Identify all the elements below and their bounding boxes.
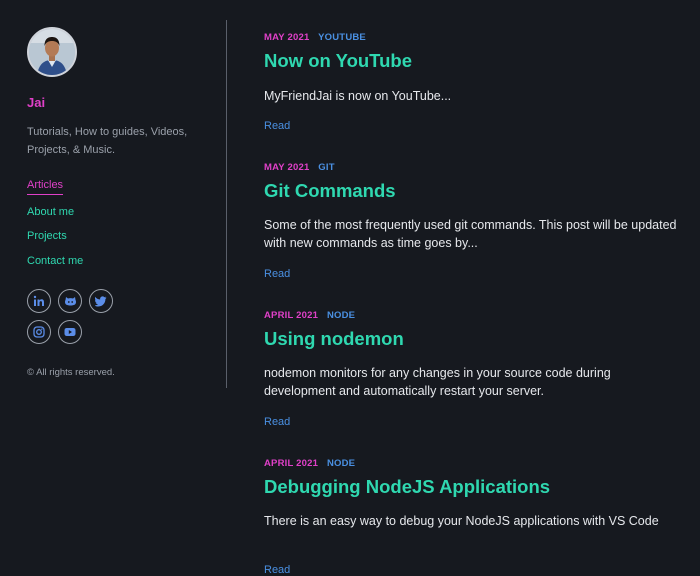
sidebar-divider: [226, 20, 227, 388]
post-meta: APRIL 2021 NODE: [264, 457, 684, 471]
youtube-button[interactable]: [58, 320, 82, 344]
read-link[interactable]: Read: [264, 416, 290, 428]
post-card: MAY 2021 YOUTUBE Now on YouTube MyFriend…: [264, 31, 684, 141]
nav-projects[interactable]: Projects: [27, 228, 67, 244]
post-tag[interactable]: YOUTUBE: [318, 32, 366, 43]
post-card: APRIL 2021 NODE Using nodemon nodemon mo…: [264, 309, 684, 439]
copyright-text: © All rights reserved.: [27, 367, 115, 378]
post-excerpt: Some of the most frequently used git com…: [264, 218, 677, 250]
nav-articles[interactable]: Articles: [27, 178, 64, 195]
profile-photo: [29, 29, 75, 75]
main-nav: Articles About me Projects Contact me: [27, 178, 83, 278]
post-excerpt: nodemon monitors for any changes in your…: [264, 366, 611, 398]
post-date: APRIL 2021: [264, 310, 319, 321]
post-excerpt: There is an easy way to debug your NodeJ…: [264, 514, 659, 528]
nav-contact-me[interactable]: Contact me: [27, 253, 83, 269]
linkedin-icon: [33, 295, 44, 306]
post-title[interactable]: Using nodemon: [264, 327, 684, 351]
read-link[interactable]: Read: [264, 268, 290, 280]
post-meta: MAY 2021 GIT: [264, 161, 684, 175]
post-tag[interactable]: NODE: [327, 310, 355, 321]
post-list: MAY 2021 YOUTUBE Now on YouTube MyFriend…: [264, 0, 684, 576]
github-icon: [64, 297, 76, 306]
post-card: MAY 2021 GIT Git Commands Some of the mo…: [264, 161, 684, 291]
post-meta: MAY 2021 YOUTUBE: [264, 31, 684, 45]
post-tag[interactable]: NODE: [327, 458, 355, 469]
post-date: MAY 2021: [264, 162, 310, 173]
avatar[interactable]: [27, 27, 77, 77]
post-date: MAY 2021: [264, 32, 310, 43]
instagram-icon: [33, 326, 45, 338]
post-date: APRIL 2021: [264, 458, 319, 469]
site-name[interactable]: Jai: [27, 95, 45, 110]
post-card: APRIL 2021 NODE Debugging NodeJS Applica…: [264, 457, 684, 576]
post-meta: APRIL 2021 NODE: [264, 309, 684, 323]
instagram-button[interactable]: [27, 320, 51, 344]
post-excerpt: MyFriendJai is now on YouTube...: [264, 89, 452, 103]
github-button[interactable]: [58, 289, 82, 313]
sidebar: Jai Tutorials, How to guides, Videos, Pr…: [0, 0, 226, 525]
youtube-icon: [64, 328, 76, 336]
post-title[interactable]: Now on YouTube: [264, 49, 684, 73]
post-title[interactable]: Debugging NodeJS Applications: [264, 475, 684, 499]
twitter-button[interactable]: [89, 289, 113, 313]
twitter-icon: [95, 295, 107, 306]
site-tagline: Tutorials, How to guides, Videos, Projec…: [27, 126, 188, 156]
post-title[interactable]: Git Commands: [264, 179, 684, 203]
read-link[interactable]: Read: [264, 564, 290, 576]
post-tag[interactable]: GIT: [318, 162, 334, 173]
read-link[interactable]: Read: [264, 120, 290, 132]
linkedin-button[interactable]: [27, 289, 51, 313]
nav-about-me[interactable]: About me: [27, 204, 74, 220]
